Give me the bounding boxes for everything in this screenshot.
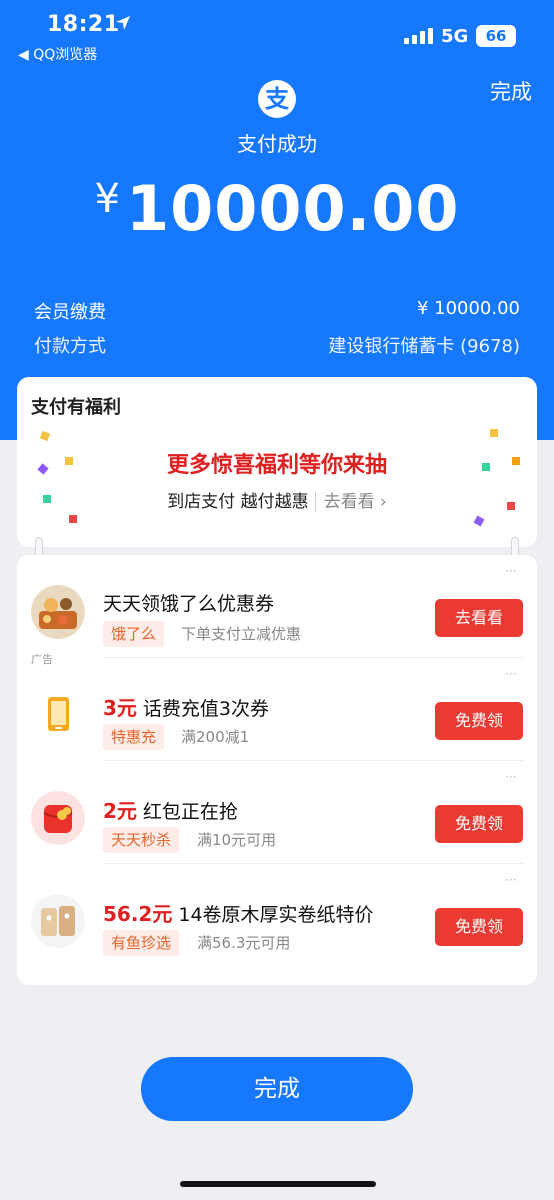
coupon-tag: 天天秒杀: [103, 827, 180, 853]
coupon-title: 3元 话费充值3次券: [103, 692, 269, 721]
currency-symbol: ¥: [94, 176, 120, 222]
view-coupon-button[interactable]: 去看看: [435, 599, 523, 637]
food-icon: [31, 585, 85, 639]
status-time: 18:21: [47, 12, 120, 37]
location-arrow-icon: [116, 16, 130, 30]
coupon-desc: 满56.3元可用: [197, 934, 291, 952]
phone-icon: [48, 697, 69, 731]
coupon-desc: 满200减1: [181, 728, 250, 746]
done-top-button[interactable]: 完成: [490, 76, 532, 106]
battery-icon: 66: [476, 25, 516, 47]
coupon-tag: 有鱼珍选: [103, 930, 180, 956]
detail-label: 付款方式: [34, 336, 106, 357]
coupon-title: 2元 红包正在抢: [103, 795, 238, 824]
alipay-logo-icon: 支: [258, 80, 296, 118]
benefit-subline: 到店支付 越付越惠 去看看 ›: [17, 487, 537, 512]
benefit-go-link[interactable]: 去看看 ›: [314, 492, 387, 512]
coupon-desc: 满10元可用: [197, 831, 277, 849]
coupon-title-text: 红包正在抢: [142, 801, 238, 823]
detail-value: 建设银行储蓄卡 (9678): [328, 336, 520, 357]
coupon-title-text: 14卷原木厚实卷纸特价: [178, 904, 374, 926]
more-options-icon[interactable]: ···: [505, 668, 523, 680]
claim-coupon-button[interactable]: 免费领: [435, 805, 523, 843]
benefit-subline-text: 到店支付 越付越惠: [167, 492, 309, 512]
confetti-icon: [473, 515, 485, 527]
coupon-item[interactable]: ··· 2元 红包正在抢 天天秒杀 满10元可用 免费领: [17, 761, 537, 864]
benefit-heading: 支付有福利: [31, 397, 121, 418]
detail-value: ¥ 10000.00: [416, 298, 520, 319]
claim-coupon-button[interactable]: 免费领: [435, 702, 523, 740]
coupon-title-text: 天天领饿了么优惠券: [103, 593, 275, 615]
coupon-item[interactable]: ··· 56.2元 14卷原木厚实卷纸特价 有鱼珍选 满56.3元可用 免费领: [17, 864, 537, 967]
coupon-price: 3元: [103, 696, 137, 720]
benefit-headline: 更多惊喜福利等你来抽: [166, 453, 387, 478]
coupon-item[interactable]: ··· 3元 话费充值3次券 特惠充 满200减1 免费领: [17, 658, 537, 761]
coupon-title: 天天领饿了么优惠券: [103, 589, 274, 616]
payment-success-title: 支付成功: [237, 132, 317, 156]
coupon-title-text: 话费充值3次券: [142, 698, 270, 720]
coupon-desc: 下单支付立减优惠: [181, 625, 302, 643]
confetti-icon: [39, 430, 51, 442]
coupon-item[interactable]: ··· 广告 天天领饿了么优惠券 饿了么 下单支付立减优惠 去看看: [17, 555, 537, 666]
tissue-icon: [31, 894, 85, 948]
payment-amount: ¥10000.00: [0, 172, 554, 245]
confetti-icon: [69, 515, 77, 523]
back-to-app-link[interactable]: ◀ QQ浏览器: [18, 44, 97, 64]
coupon-tag: 特惠充: [103, 724, 165, 750]
more-options-icon[interactable]: ···: [505, 874, 523, 886]
more-options-icon[interactable]: ···: [505, 771, 523, 783]
claim-coupon-button[interactable]: 免费领: [435, 908, 523, 946]
network-label: 5G: [441, 26, 469, 47]
red-packet-icon: [31, 791, 85, 845]
confetti-icon: [490, 429, 498, 437]
amount-value: 10000.00: [125, 172, 460, 245]
coupon-title: 56.2元 14卷原木厚实卷纸特价: [103, 898, 374, 927]
done-button[interactable]: 完成: [141, 1057, 413, 1121]
benefit-card[interactable]: 支付有福利 更多惊喜福利等你来抽 到店支付 越付越惠 去看看 ›: [17, 377, 537, 547]
coupon-list: ··· 广告 天天领饿了么优惠券 饿了么 下单支付立减优惠 去看看 ··· 3元…: [17, 555, 537, 985]
more-options-icon[interactable]: ···: [505, 565, 523, 577]
home-indicator: [180, 1181, 376, 1187]
signal-icon: [404, 28, 433, 44]
coupon-tag: 饿了么: [103, 621, 165, 647]
detail-label: 会员缴费: [34, 302, 106, 323]
coupon-price: 56.2元: [103, 902, 173, 926]
coupon-price: 2元: [103, 799, 137, 823]
status-bar: 18:21 ◀ QQ浏览器 5G 66: [0, 0, 554, 70]
